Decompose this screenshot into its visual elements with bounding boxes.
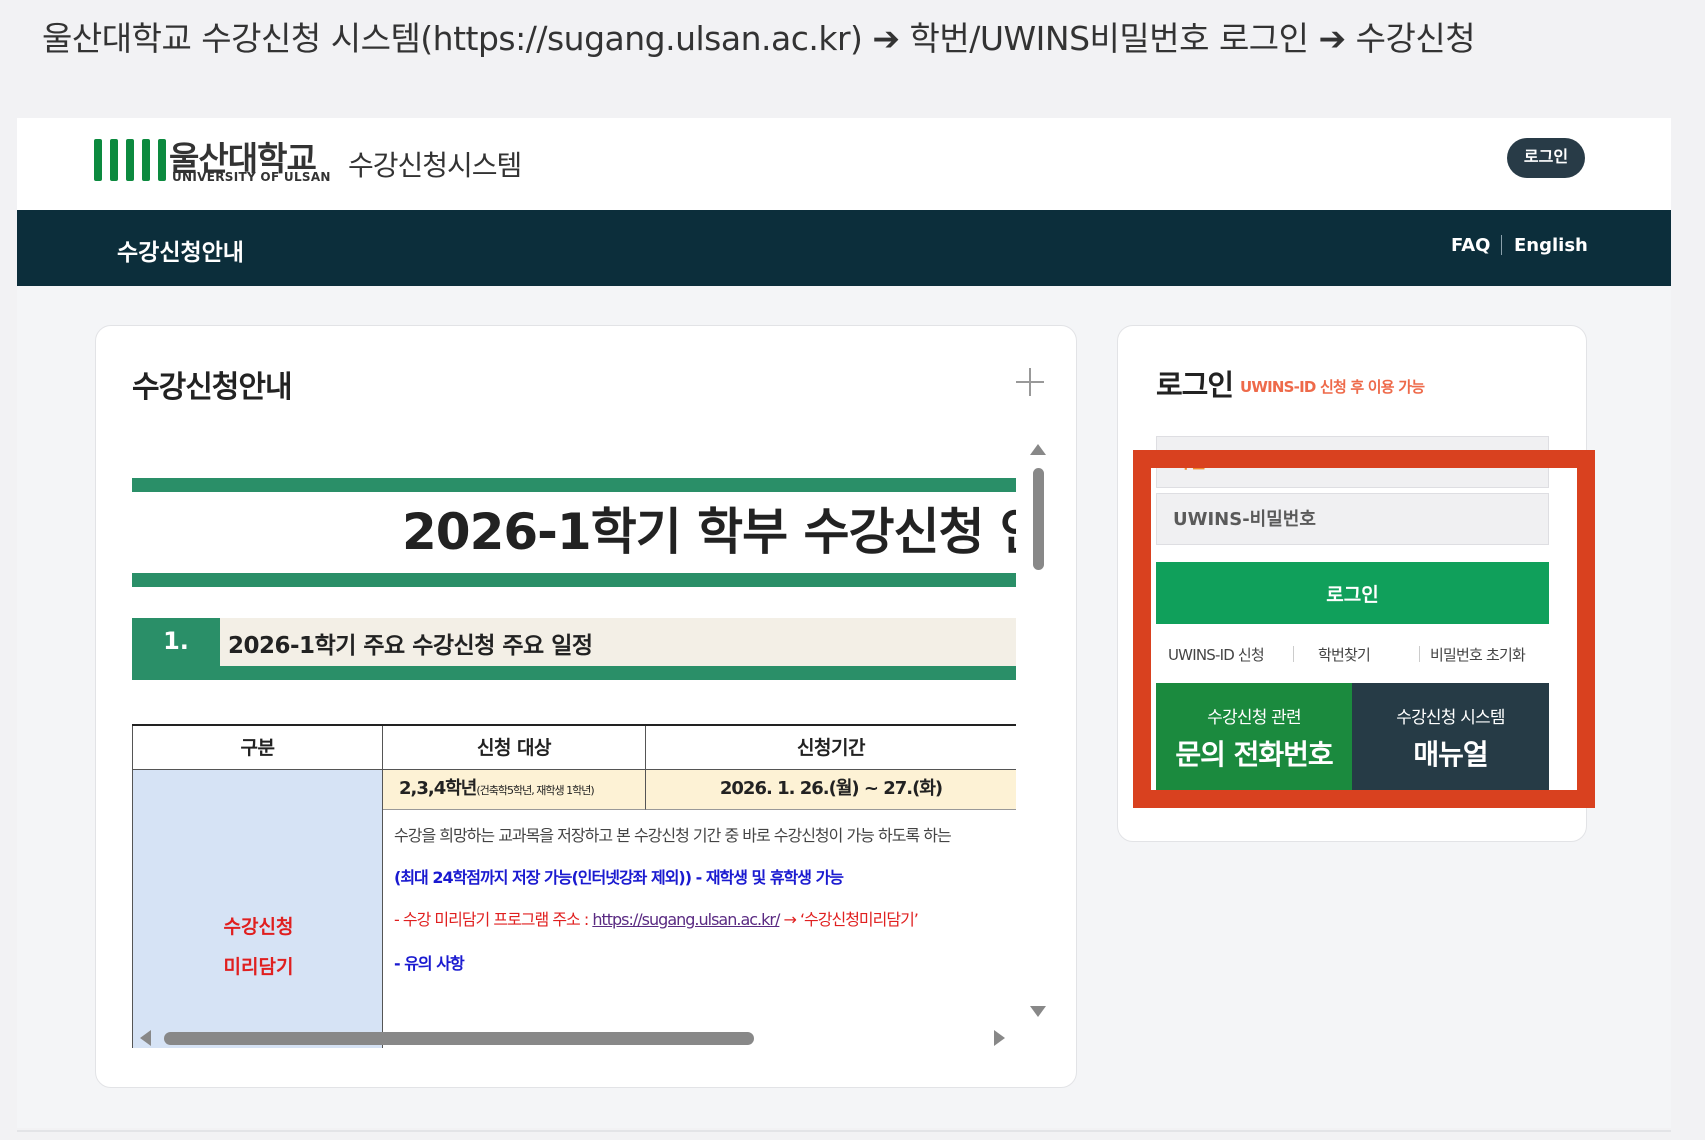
nav-bar: 수강신청안내 FAQ English [17,210,1671,286]
login-title: 로그인 [1156,368,1234,402]
table-cell-target: 2,3,4학년(건축학5학년, 재학생 1학년) [383,770,646,810]
caption-text: 울산대학교 수강신청 시스템(https://sugang.ulsan.ac.k… [42,19,1476,58]
horizontal-scrollbar-thumb[interactable] [164,1032,754,1045]
student-id-input[interactable] [1156,436,1549,488]
sugang-url-link[interactable]: https://sugang.ulsan.ac.kr/ [592,910,780,929]
description-line: 수강을 희망하는 교과목을 저장하고 본 수강신청 기간 중 바로 수강신청이 … [394,826,952,845]
tile-subtitle: 수강신청 관련 [1207,708,1301,728]
description-line: - 유의 사항 [394,954,465,973]
plus-icon[interactable] [1016,368,1044,396]
login-card: 로그인 UWINS-ID 신청 후 이용 가능 로그인 UWINS-ID 신청 … [1117,325,1587,842]
section-title: 2026-1학기 주요 수강신청 주요 일정 [228,633,593,659]
manual-tile[interactable]: 수강신청 시스템 매뉴얼 [1352,683,1549,793]
tile-title: 매뉴얼 [1413,738,1488,771]
table-cell-category: 수강신청 미리담기 [132,770,383,1048]
notice-document-viewer[interactable]: 2026-1학기 학부 수강신청 안 1. 2026-1학기 주요 수강신청 주… [132,438,1016,1048]
contact-phone-tile[interactable]: 수강신청 관련 문의 전화번호 [1156,683,1352,793]
nav-item-registration-guide[interactable]: 수강신청안내 [117,233,244,267]
link-separator [1419,646,1420,662]
nav-separator [1501,235,1502,255]
header-login-button[interactable]: 로그인 [1507,138,1585,178]
notice-card: 수강신청안내 2026-1학기 학부 수강신청 안 1. 2026-1학기 주요… [95,325,1077,1088]
login-note: UWINS-ID 신청 후 이용 가능 [1240,378,1425,396]
logo-english-name: UNIVERSITY OF ULSAN [172,170,331,184]
section-number: 1. [163,627,189,655]
scroll-up-arrow-icon[interactable] [1030,444,1046,455]
scroll-down-arrow-icon[interactable] [1030,1006,1046,1017]
notice-card-title: 수강신청안내 [132,370,293,405]
heading-band-top [132,478,1016,492]
university-logo-icon[interactable] [94,139,166,181]
nav-link-english[interactable]: English [1514,235,1588,256]
category-label-line2: 미리담기 [223,956,294,978]
uwins-id-apply-link[interactable]: UWINS-ID 신청 [1168,644,1265,665]
system-name: 수강신청시스템 [348,149,522,182]
target-main: 2,3,4학년 [399,778,477,799]
heading-band-bottom [132,573,1016,587]
link-suffix: → ‘수강신청미리담기’ [779,910,918,929]
table-header-target: 신청 대상 [383,726,646,770]
target-note: (건축학5학년, 재학생 1학년) [476,784,594,797]
reset-password-link[interactable]: 비밀번호 초기화 [1430,644,1526,665]
site-header: 울산대학교 UNIVERSITY OF ULSAN 수강신청시스템 로그인 [17,118,1671,210]
description-line: - 수강 미리담기 프로그램 주소 : https://sugang.ulsan… [394,906,919,930]
vertical-scrollbar-thumb[interactable] [1033,468,1044,570]
uwins-password-input[interactable] [1156,493,1549,545]
scroll-right-arrow-icon[interactable] [994,1030,1005,1046]
schedule-table: 구분 신청 대상 신청기간 수강신청 미리담기 2,3,4학년(건축학5학년, … [132,724,1016,1048]
table-header-period: 신청기간 [646,726,1016,770]
table-header-category: 구분 [132,726,383,770]
section-header: 1. 2026-1학기 주요 수강신청 주요 일정 [132,618,1016,680]
find-student-id-link[interactable]: 학번찾기 [1318,644,1371,665]
description-line: (최대 24학점까지 저장 가능(인터넷강좌 제외)) - 재학생 및 휴학생 … [394,868,844,887]
document-heading: 2026-1학기 학부 수강신청 안 [402,503,1016,561]
category-label-line1: 수강신청 [223,916,294,938]
table-cell-period: 2026. 1. 26.(월) ~ 27.(화) [646,770,1016,810]
tile-subtitle: 수강신청 시스템 [1396,708,1505,728]
scroll-left-arrow-icon[interactable] [140,1030,151,1046]
link-prefix: - 수강 미리담기 프로그램 주소 : [394,910,593,929]
tile-title: 문의 전화번호 [1175,738,1333,771]
page-divider [17,1130,1671,1132]
browser-page: 울산대학교 UNIVERSITY OF ULSAN 수강신청시스템 로그인 수강… [17,118,1671,1128]
login-submit-button[interactable]: 로그인 [1156,562,1549,624]
nav-link-faq[interactable]: FAQ [1451,235,1490,256]
link-separator [1293,646,1294,662]
section-title-box: 2026-1학기 주요 수강신청 주요 일정 [220,618,1016,666]
